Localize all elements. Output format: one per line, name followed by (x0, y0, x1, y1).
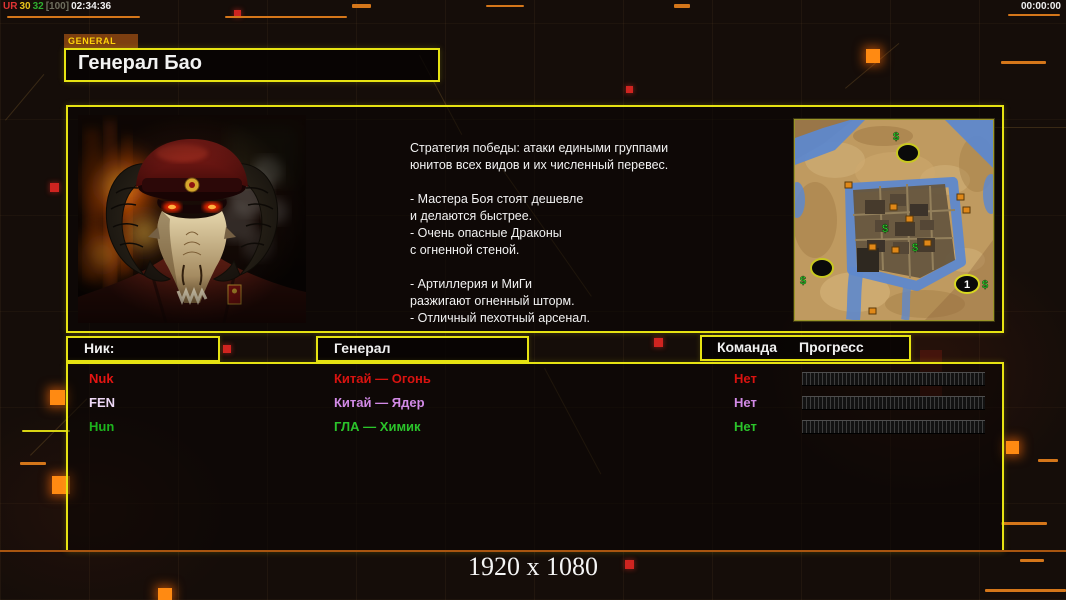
decor-square (158, 588, 172, 600)
player-row: Hun ГЛА — Химик Нет (68, 416, 1002, 440)
general-portrait (78, 115, 306, 323)
player-progress-bar (802, 420, 985, 434)
session-value-2: 32 (33, 1, 44, 12)
player-rows: Nuk Китай — Огонь Нет FEN Китай — Ядер Н… (68, 368, 1002, 440)
player-general: Китай — Ядер (334, 395, 425, 410)
decor-square (626, 86, 633, 93)
minimap: $ $ $ $ $ 1 (794, 119, 994, 321)
loading-screen: UR3032[100]02:34:36 00:00:00 GENERAL Ген… (0, 0, 1066, 600)
player-progress-bar (802, 396, 985, 410)
progress-header-label: Прогресс (799, 337, 864, 358)
player-general: Китай — Огонь (334, 371, 431, 386)
decor-square (50, 183, 59, 192)
player-progress-bar (802, 372, 985, 386)
team-progress-header-box: Команда Прогресс (700, 335, 911, 361)
general-title-box: Генерал Бао (64, 48, 440, 82)
briefing-text: Стратегия победы: атаки едиными группами… (410, 140, 740, 327)
decor-dash (352, 4, 371, 8)
start-marker-number: 1 (964, 279, 970, 291)
decor-dash (674, 4, 690, 8)
player-nick: Nuk (89, 371, 114, 386)
decor-dash (486, 5, 524, 7)
decor-dash (1038, 459, 1058, 462)
nick-header-box: Ник: (66, 336, 220, 362)
decor-line (5, 74, 44, 121)
decor-square (1006, 441, 1019, 454)
player-row: Nuk Китай — Огонь Нет (68, 368, 1002, 392)
session-tag: UR (3, 1, 17, 12)
general-header-box: Генерал (316, 336, 529, 362)
svg-text:$: $ (982, 279, 988, 291)
resolution-label: 1920 x 1080 (0, 552, 1066, 582)
decor-square (50, 390, 65, 405)
decor-dash (985, 589, 1066, 592)
decor-square (654, 338, 663, 347)
decor-dash (1001, 61, 1046, 64)
page-title: Генерал Бао (66, 50, 438, 77)
decor-dash (20, 462, 46, 465)
svg-text:$: $ (912, 242, 918, 254)
decor-dash (1008, 14, 1060, 16)
briefing-panel: Стратегия победы: атаки едиными группами… (66, 105, 1004, 333)
decor-square (866, 49, 880, 63)
decor-square (223, 345, 231, 353)
decor-dash (7, 16, 140, 18)
player-team: Нет (734, 371, 757, 386)
decor-dash (225, 16, 347, 18)
team-header-label: Команда (717, 337, 777, 358)
player-team: Нет (734, 395, 757, 410)
player-nick: FEN (89, 395, 115, 410)
svg-text:$: $ (882, 223, 888, 235)
session-value-3: [100] (46, 1, 69, 12)
decor-dash (1001, 522, 1047, 525)
session-info: UR3032[100]02:34:36 (3, 1, 113, 12)
player-nick: Hun (89, 419, 114, 434)
general-tab-label: GENERAL (64, 34, 138, 48)
decor-dash (22, 430, 70, 432)
players-panel: Nuk Китай — Огонь Нет FEN Китай — Ядер Н… (66, 362, 1004, 552)
svg-text:$: $ (800, 275, 806, 287)
match-clock: 00:00:00 (1021, 1, 1061, 12)
player-general: ГЛА — Химик (334, 419, 421, 434)
nick-header-label: Ник: (68, 338, 218, 359)
map-city (853, 184, 955, 278)
player-row: FEN Китай — Ядер Нет (68, 392, 1002, 416)
session-value-1: 30 (19, 1, 30, 12)
general-header-label: Генерал (318, 338, 527, 359)
map-player-start-marker: 1 (955, 275, 979, 293)
session-time: 02:34:36 (71, 1, 111, 12)
svg-text:$: $ (893, 131, 899, 143)
player-team: Нет (734, 419, 757, 434)
